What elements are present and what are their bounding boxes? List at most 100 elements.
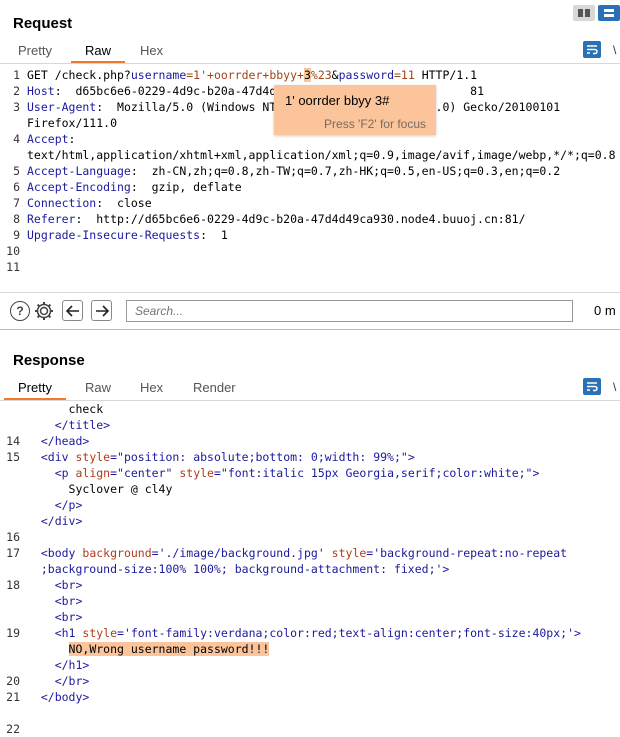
- code-token: </body>: [40, 690, 90, 704]
- request-search[interactable]: [126, 300, 573, 322]
- request-wrap-button[interactable]: [583, 41, 601, 58]
- response-tab-render[interactable]: Render: [193, 377, 236, 399]
- code-token: =1'+oorrder+bbyy+: [186, 68, 304, 82]
- request-overflow-label: \: [613, 43, 617, 57]
- code-token: %23: [310, 68, 332, 82]
- line-number: 11: [6, 260, 20, 274]
- code-token: username: [130, 68, 187, 82]
- line-content: Firefox/111.0: [27, 115, 117, 131]
- code-token: ="position: absolute;bottom: 0;width: 99…: [110, 450, 408, 464]
- line-content: Accept-Language: zh-CN,zh;q=0.8,zh-TW;q=…: [27, 163, 560, 179]
- line-content: ;background-size:100% 100%; background-a…: [27, 561, 450, 577]
- code-token: : zh-CN,zh;q=0.8,zh-TW;q=0.7,zh-HK;q=0.5…: [130, 164, 561, 178]
- code-token: style: [75, 450, 111, 464]
- code-line: ;background-size:100% 100%; background-a…: [0, 561, 620, 577]
- code-token: align: [75, 466, 111, 480]
- code-token: : 1: [200, 228, 228, 242]
- line-content: <body background='./image/background.jpg…: [27, 545, 567, 561]
- code-token: =11: [394, 68, 415, 82]
- back-button[interactable]: [62, 300, 83, 321]
- code-token: background: [82, 546, 152, 560]
- line-content: </h1>: [27, 657, 90, 673]
- code-token: Referer: [27, 212, 76, 226]
- code-token: Firefox/111.0: [27, 116, 118, 130]
- code-line: Syclover @ cl4y: [0, 481, 620, 497]
- code-line: 10: [0, 243, 620, 259]
- gear-icon[interactable]: [33, 300, 55, 327]
- request-tab-pretty[interactable]: Pretty: [18, 40, 52, 62]
- arrow-left-icon: [65, 304, 79, 317]
- line-content: Accept-Encoding: gzip, deflate: [27, 179, 242, 195]
- line-number: 8: [13, 212, 20, 226]
- line-content: </body>: [27, 689, 89, 705]
- request-search-input[interactable]: [127, 301, 572, 321]
- line-content: Upgrade-Insecure-Requests: 1: [27, 227, 228, 243]
- code-token: GET /check.php?: [27, 68, 131, 82]
- code-token: text/html,application/xhtml+xml,applicat…: [27, 148, 616, 162]
- stack-view-button[interactable]: [598, 5, 620, 21]
- split-view-button[interactable]: [573, 5, 595, 21]
- code-token: ='background-repeat:no-repeat: [366, 546, 568, 560]
- code-line: 21 </body>: [0, 689, 620, 705]
- code-line: 11: [0, 259, 620, 275]
- code-token: check: [27, 402, 104, 416]
- decoded-value-tooltip: 1' oorrder bbyy 3# Press 'F2' for focus: [274, 85, 436, 135]
- line-content: Syclover @ cl4y: [27, 481, 173, 497]
- line-number: 6: [13, 180, 20, 194]
- code-token: Host: [27, 84, 55, 98]
- stack-view-icon: [604, 9, 614, 17]
- response-wrap-button[interactable]: [583, 378, 601, 395]
- line-content: NO,Wrong username password!!!: [27, 641, 270, 657]
- response-tab-pretty[interactable]: Pretty: [4, 377, 66, 401]
- response-tabs: Pretty Raw Hex Render: [0, 377, 620, 401]
- line-number: 9: [13, 228, 20, 242]
- help-icon[interactable]: ?: [10, 301, 30, 321]
- response-editor[interactable]: check </title> 14 </head> 15 <div style="p…: [0, 401, 620, 737]
- line-content: Accept:: [27, 131, 75, 147]
- line-content: <br>: [27, 593, 83, 609]
- code-token: <p: [54, 466, 76, 480]
- code-line: check: [0, 401, 620, 417]
- wrap-lines-icon: [587, 382, 598, 392]
- response-tab-raw[interactable]: Raw: [85, 377, 111, 399]
- code-token: Accept-Language: [27, 164, 131, 178]
- code-token: HTTP/1.1: [414, 68, 478, 82]
- line-number: 15: [6, 450, 20, 464]
- line-number: 21: [6, 690, 20, 704]
- wrap-lines-icon: [587, 45, 598, 55]
- code-token: : d65bc6e6-0229-4d9c-b20a-47d4d: [54, 84, 277, 98]
- response-tab-hex[interactable]: Hex: [140, 377, 163, 399]
- tooltip-hint: Press 'F2' for focus: [324, 117, 426, 131]
- highlighted-token: NO,Wrong username password!!!: [68, 642, 270, 656]
- line-number: 17: [6, 546, 20, 560]
- code-line: 15 <div style="position: absolute;bottom…: [0, 449, 620, 465]
- request-tab-raw[interactable]: Raw: [70, 40, 126, 64]
- code-line: <br>: [0, 593, 620, 609]
- code-token: Accept-Encoding: [27, 180, 131, 194]
- code-token: Syclover @ cl4y: [27, 482, 173, 496]
- forward-button[interactable]: [91, 300, 112, 321]
- line-number: 19: [6, 626, 20, 640]
- split-view-icon: [578, 9, 590, 17]
- request-tab-hex[interactable]: Hex: [140, 40, 163, 62]
- line-content: check: [27, 401, 104, 417]
- code-line: 18 <br>: [0, 577, 620, 593]
- code-token: 09.0) Gecko/20100101: [421, 100, 561, 114]
- line-number: 14: [6, 434, 20, 448]
- code-token: </p>: [54, 498, 83, 512]
- code-line: 5 Accept-Language: zh-CN,zh;q=0.8,zh-TW;q…: [0, 163, 620, 179]
- code-token: <div: [40, 450, 76, 464]
- line-content: </br>: [27, 673, 90, 689]
- code-token: <br>: [54, 578, 83, 592]
- line-content: <br>: [27, 609, 83, 625]
- line-number: 10: [6, 244, 20, 258]
- code-token: >: [532, 466, 540, 480]
